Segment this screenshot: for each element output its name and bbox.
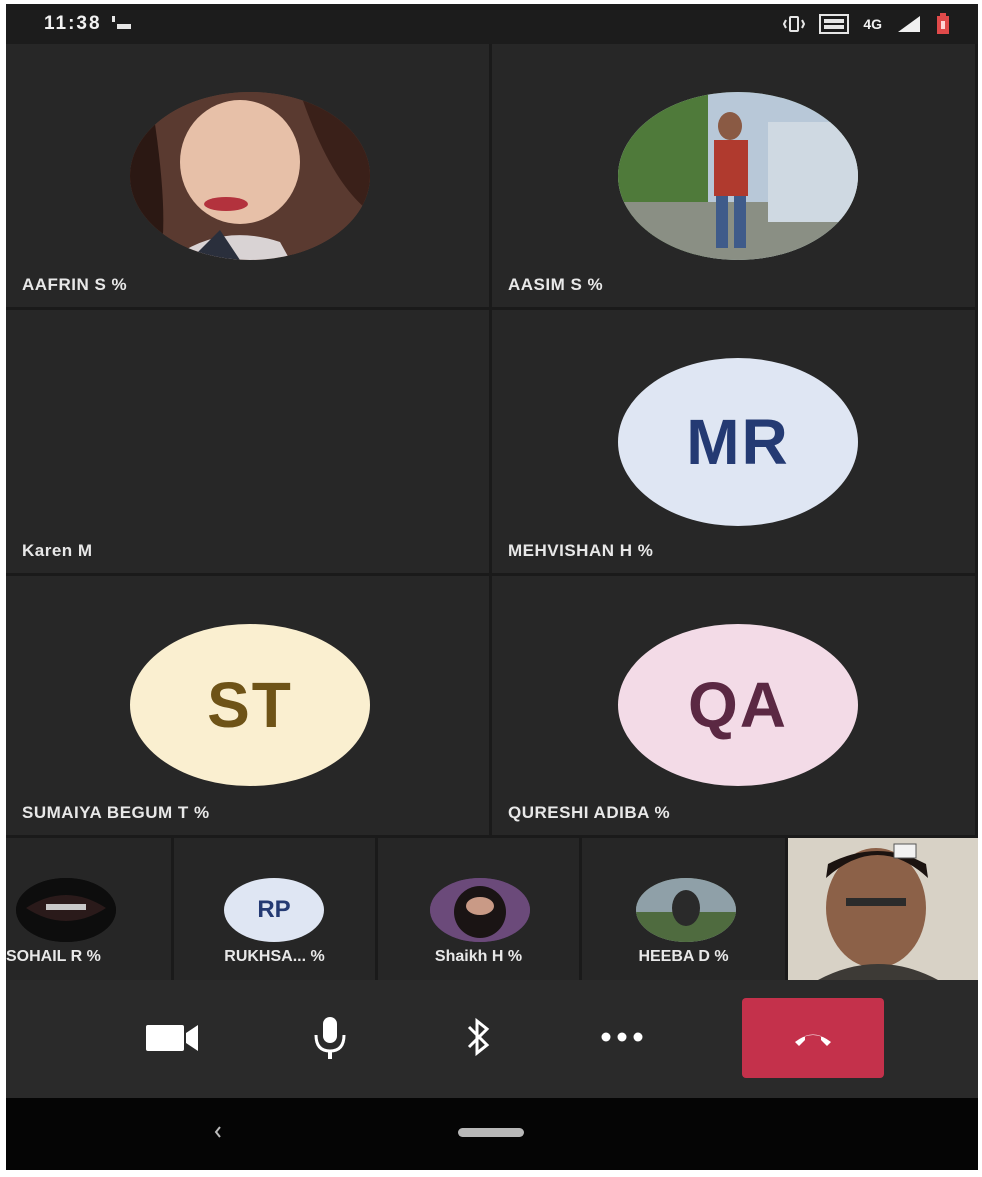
teams-call-screen: 11:38 4G AAFRIN S % AASIM S % Karen M MR… xyxy=(6,4,978,1170)
participant-name: SUMAIYA BEGUM T % xyxy=(22,803,210,822)
hang-up-button[interactable] xyxy=(742,998,884,1078)
microphone-toggle-button[interactable] xyxy=(280,1002,380,1072)
participant-photo xyxy=(618,92,858,260)
self-video-preview[interactable] xyxy=(788,838,978,980)
participant-name: AAFRIN S % xyxy=(22,275,128,294)
participant-name: SOHAIL R % xyxy=(6,948,101,965)
participant-tile[interactable]: AAFRIN S % xyxy=(6,44,492,310)
notification-icon xyxy=(112,16,131,29)
strip-participant-tile[interactable]: RP RUKHSA... % xyxy=(174,838,378,980)
participant-video xyxy=(130,92,370,260)
camera-toggle-button[interactable] xyxy=(124,1002,224,1072)
status-icons: 4G xyxy=(783,12,950,36)
participant-tile[interactable]: ST SUMAIYA BEGUM T % xyxy=(6,576,492,838)
participant-photo xyxy=(16,878,116,942)
participant-avatar: QA xyxy=(618,624,858,786)
back-icon[interactable] xyxy=(214,1126,222,1138)
participant-avatar xyxy=(430,878,530,942)
participant-name: HEEBA D % xyxy=(638,948,729,965)
participant-avatar: ST xyxy=(130,624,370,786)
participant-strip: SOHAIL R % RP RUKHSA... % Shaikh H % HEE… xyxy=(6,838,978,980)
more-options-button[interactable] xyxy=(572,1002,672,1072)
hang-up-icon xyxy=(795,1034,831,1046)
strip-participant-tile[interactable]: Shaikh H % xyxy=(378,838,582,980)
participant-name: RUKHSA... % xyxy=(224,948,325,965)
status-bar: 11:38 4G xyxy=(6,4,978,44)
participant-name: Karen M xyxy=(22,541,93,560)
more-icon xyxy=(601,1032,643,1042)
participant-avatar: RP xyxy=(224,878,324,942)
avatar-initials: RP xyxy=(257,896,291,923)
avatar-initials: QA xyxy=(688,669,788,741)
participant-name: AASIM S % xyxy=(508,275,604,294)
vibrate-icon xyxy=(783,16,806,32)
participant-photo xyxy=(636,878,736,942)
home-icon[interactable] xyxy=(458,1128,524,1137)
participant-avatar xyxy=(636,878,736,942)
participant-tile[interactable]: Karen M xyxy=(6,310,492,576)
participant-photo xyxy=(130,92,370,260)
participant-avatar: MR xyxy=(618,358,858,526)
network-type: 4G xyxy=(863,16,882,32)
avatar-initials: MR xyxy=(686,406,790,478)
participant-photo xyxy=(430,878,530,942)
video-camera-icon xyxy=(146,1025,198,1051)
microphone-icon xyxy=(314,1017,346,1059)
bluetooth-icon xyxy=(467,1017,490,1057)
system-navigation-bar xyxy=(6,1098,978,1170)
strip-participant-tile[interactable]: SOHAIL R % xyxy=(6,838,174,980)
participant-avatar xyxy=(16,878,116,942)
strip-participant-tile[interactable]: HEEBA D % xyxy=(582,838,788,980)
status-time: 11:38 xyxy=(44,13,102,34)
participant-tile[interactable]: AASIM S % xyxy=(492,44,978,310)
call-controls xyxy=(6,980,978,1098)
data-icon xyxy=(819,14,850,34)
avatar-initials: ST xyxy=(207,669,293,741)
participant-name: QURESHI ADIBA % xyxy=(508,803,671,822)
signal-icon xyxy=(898,16,920,32)
participant-tile[interactable]: QA QURESHI ADIBA % xyxy=(492,576,978,838)
participant-name: Shaikh H % xyxy=(434,948,523,965)
participant-video xyxy=(618,92,858,260)
audio-device-button[interactable] xyxy=(428,1002,528,1072)
battery-icon xyxy=(937,13,949,34)
participant-name: MEHVISHAN H % xyxy=(508,541,654,560)
self-photo xyxy=(788,838,978,980)
participant-tile[interactable]: MR MEHVISHAN H % xyxy=(492,310,978,576)
